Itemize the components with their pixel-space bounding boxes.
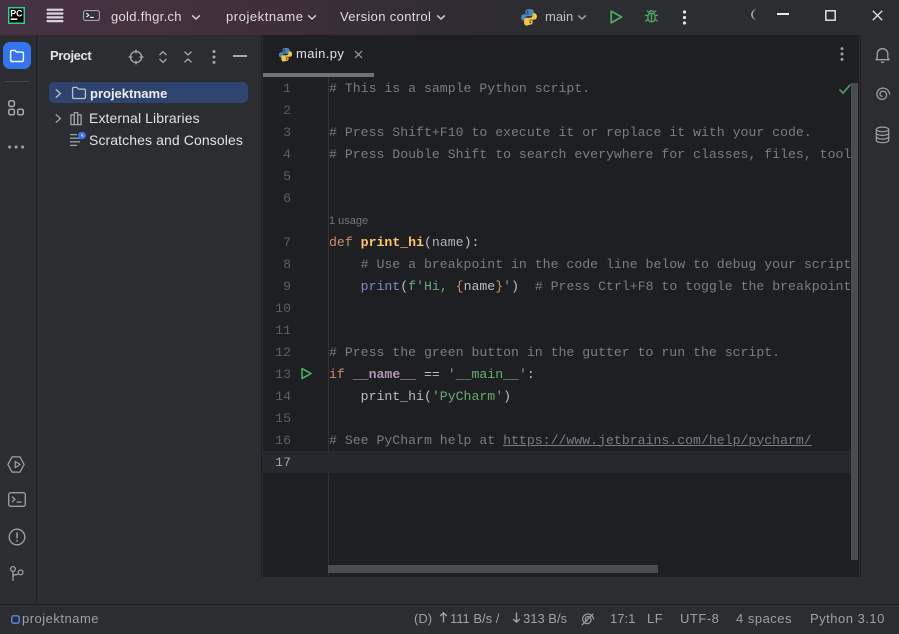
svg-text:PC: PC — [10, 8, 23, 18]
